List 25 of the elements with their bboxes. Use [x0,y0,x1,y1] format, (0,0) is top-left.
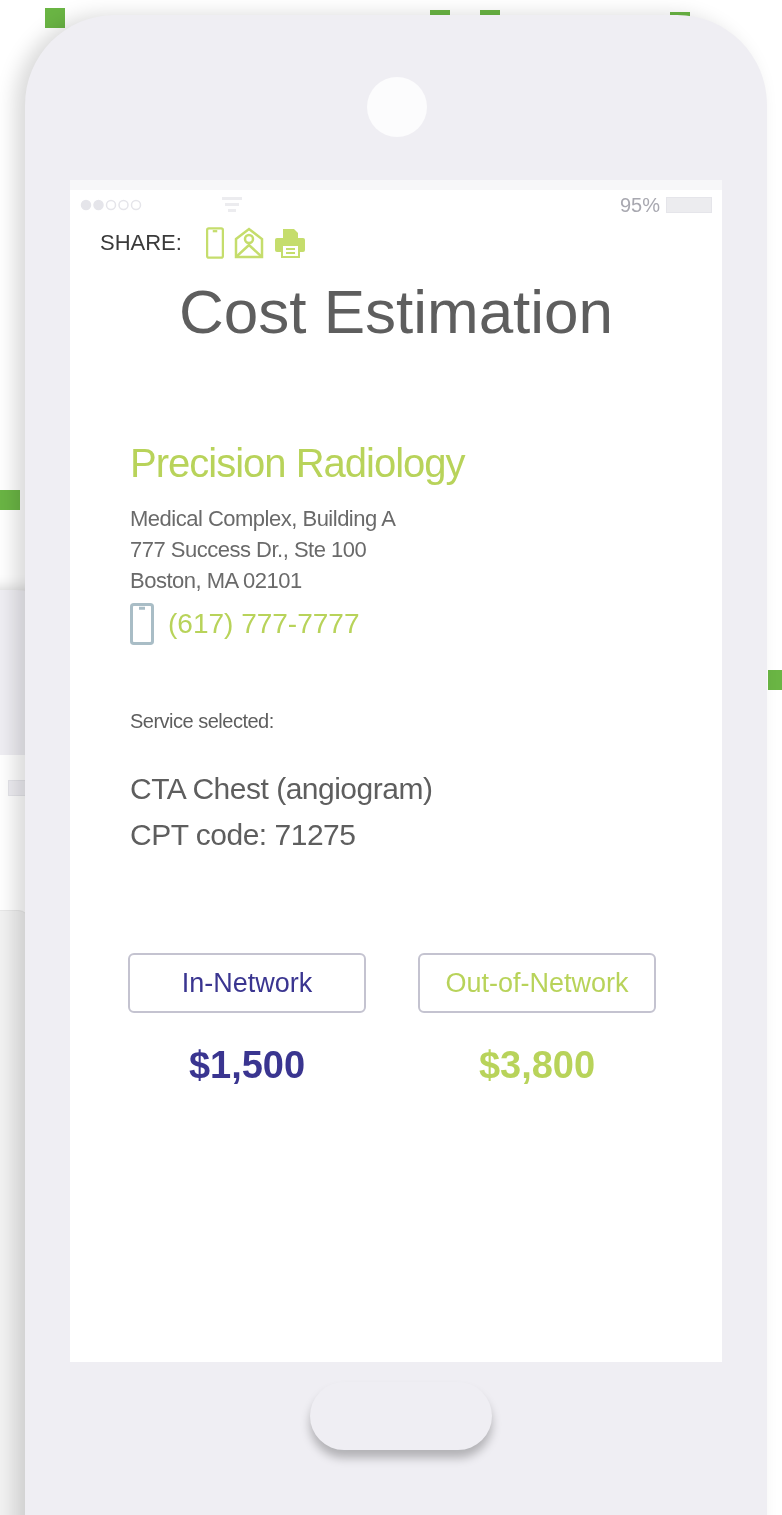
network-tab[interactable]: Out-of-Network [418,953,656,1013]
network-tab[interactable]: In-Network [128,953,366,1013]
share-label: SHARE: [100,229,182,257]
service-label: Service selected: [130,709,275,734]
signal-dots-icon [80,199,142,211]
service-detail: CPT code: 71275 [130,817,357,853]
battery-icon [666,197,712,213]
price: $1,500 [188,1043,306,1088]
address-line: Medical Complex, Building A [130,505,397,533]
battery-percentage: 95% [619,193,660,218]
decor-square [45,8,65,28]
phone-icon [205,226,224,259]
price: $3,800 [478,1043,596,1088]
page-title: Cost Estimation [178,281,614,343]
service-detail: CTA Chest (angiogram) [130,771,434,807]
home-button[interactable] [310,1382,492,1450]
email-icon[interactable] [233,226,264,259]
address-line: 777 Success Dr., Ste 100 [130,536,368,564]
decor-square [768,670,782,690]
phone-number[interactable]: (617) 777-7777 [168,603,360,645]
printer-icon[interactable] [273,227,306,258]
decor-square [0,490,20,510]
address-line: Boston, MA 02101 [130,567,303,595]
phone-icon [130,602,154,646]
provider-name: Precision Radiology [130,443,467,483]
